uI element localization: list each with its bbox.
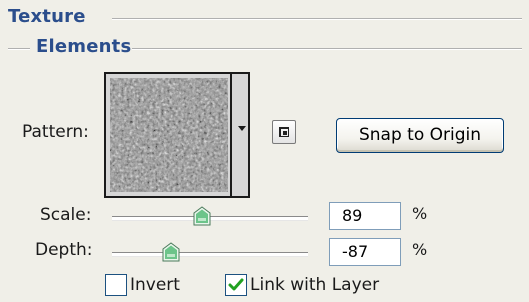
snap-to-origin-button[interactable]: Snap to Origin [336,118,504,153]
depth-unit: % [412,240,428,259]
depth-slider-track[interactable] [112,252,308,257]
triangle-down-icon[interactable] [238,126,246,131]
invert-label[interactable]: Invert [130,275,180,295]
scale-unit: % [412,204,428,223]
section-divider [112,18,522,20]
subsection-title-elements: Elements [36,36,132,57]
granite-texture-swatch[interactable] [110,78,228,192]
invert-checkbox[interactable] [105,274,127,296]
subsection-divider-left [8,48,30,50]
subsection-divider-right [132,48,522,50]
depth-label: Depth: [35,240,93,260]
new-preset-icon-corner [283,131,287,135]
new-preset-button[interactable] [272,120,296,144]
scale-slider-thumb[interactable] [193,206,211,226]
link-with-layer-label[interactable]: Link with Layer [250,275,379,295]
scale-input[interactable]: 89 [329,202,401,230]
checkmark-icon [228,278,244,291]
pattern-label: Pattern: [22,122,89,142]
link-with-layer-checkbox[interactable] [225,274,247,296]
scale-label: Scale: [40,205,92,225]
depth-slider-thumb[interactable] [162,242,180,262]
section-title-texture: Texture [8,6,86,27]
pattern-divider [230,74,232,196]
pattern-picker[interactable] [104,72,250,198]
depth-input[interactable]: -87 [329,238,401,266]
